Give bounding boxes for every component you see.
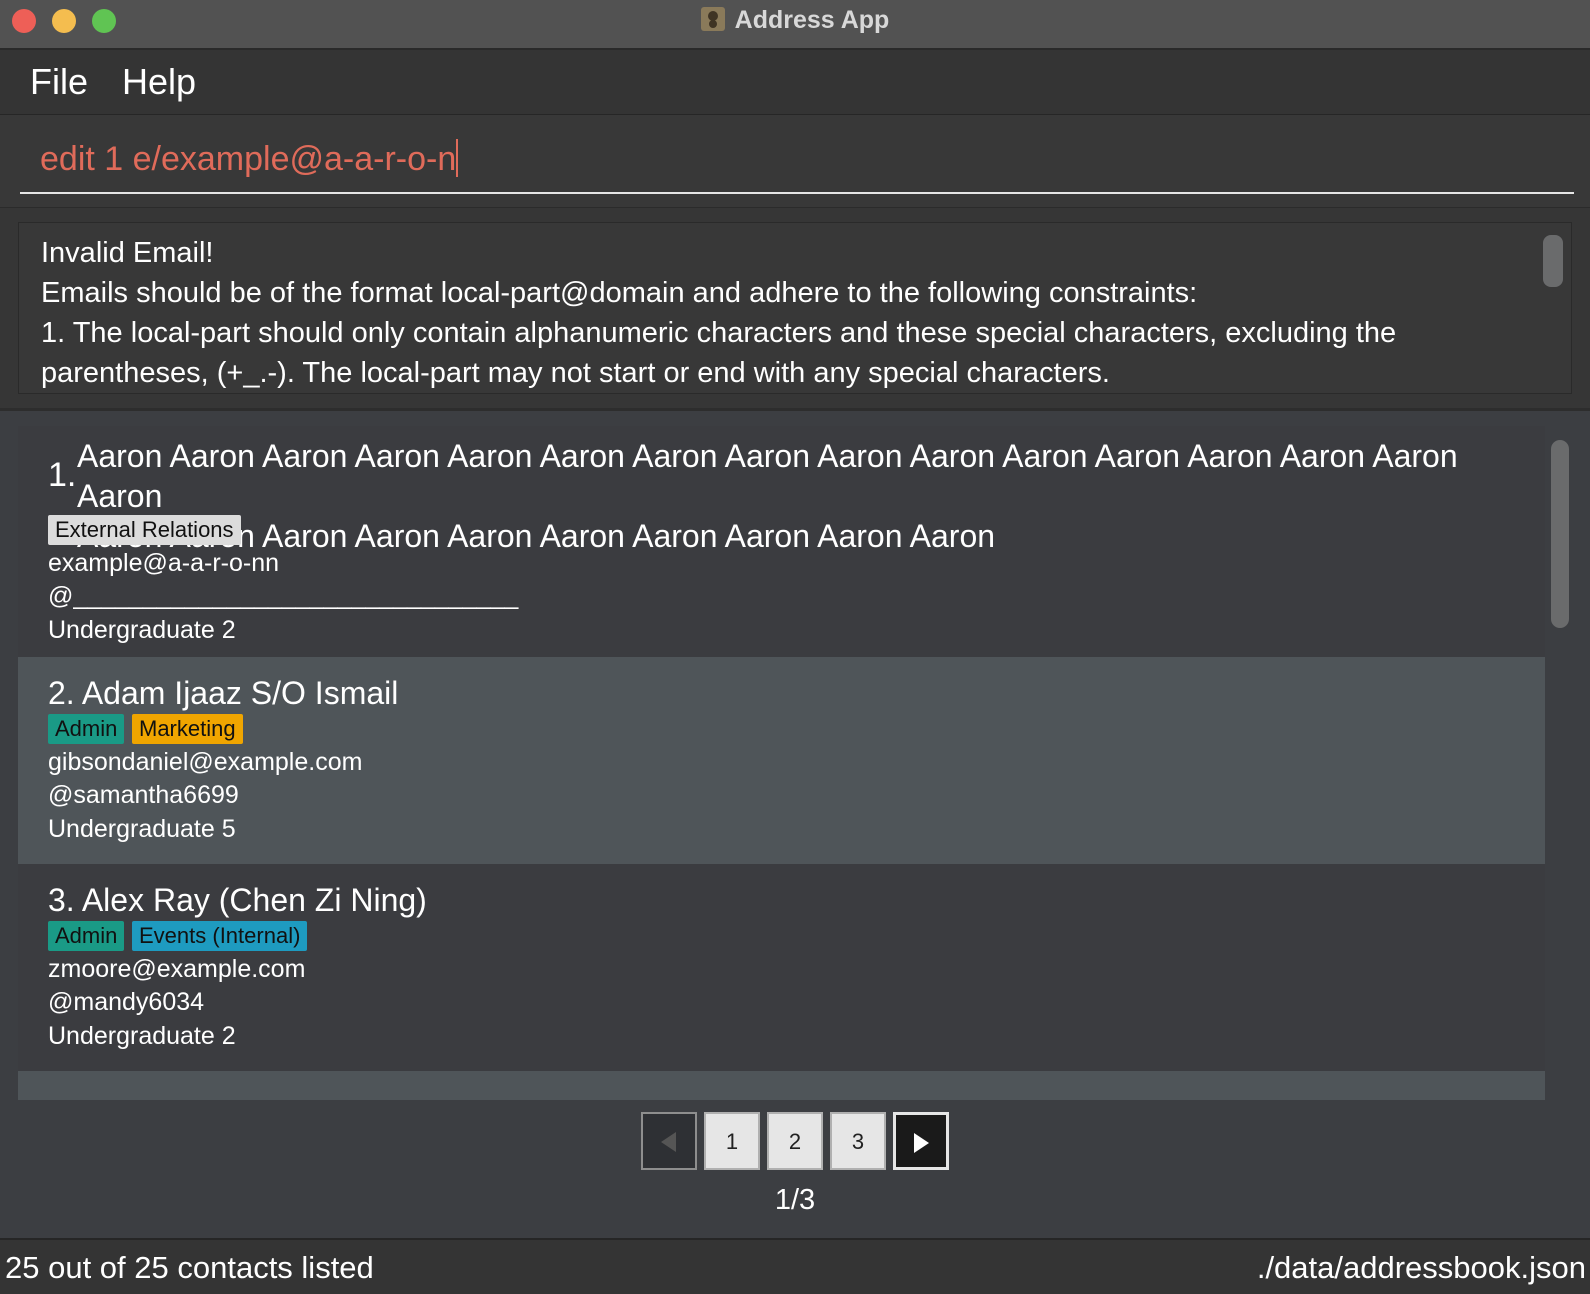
menu-file[interactable]: File [30,61,88,103]
contact-telegram: @________________________________ [48,582,519,610]
contact-name-line: Aaron Aaron Aaron Aaron Aaron Aaron Aaro… [77,438,1458,514]
triangle-left-icon [661,1132,676,1152]
page-button-2[interactable]: 2 [767,1112,823,1170]
contact-email: gibsondaniel@example.com [48,748,363,776]
contact-email: example@a-a-r-o-nn [48,549,280,577]
contact-index: 2. [48,675,75,711]
status-bar: 25 out of 25 contacts listed ./data/addr… [0,1238,1590,1294]
contact-count: 25 out of 25 contacts listed [5,1250,374,1285]
list-scrollbar[interactable] [1551,440,1569,628]
tag-marketing: Marketing [132,714,243,744]
contact-name-row: 2. Adam Ijaaz S/O Ismail [48,673,398,713]
contact-card[interactable] [18,1071,1545,1100]
contact-index: 1. [48,456,77,494]
result-display[interactable]: Invalid Email! Emails should be of the f… [18,222,1572,394]
contact-name-line: Aaron Aaron Aaron Aaron Aaron Aaron Aaro… [77,518,996,554]
contact-name: Adam Ijaaz S/O Ismail [81,675,399,711]
contact-email: zmoore@example.com [48,955,306,983]
contact-telegram: @samantha6699 [48,781,239,809]
result-text: Invalid Email! Emails should be of the f… [41,233,1511,393]
contact-year: Undergraduate 2 [48,1022,236,1050]
window-title-wrap: Address App [0,6,1590,35]
contact-list: 1. Aaron Aaron Aaron Aaron Aaron Aaron A… [18,426,1545,1100]
next-page-button[interactable] [893,1112,949,1170]
contact-card[interactable]: 2. Adam Ijaaz S/O Ismail Admin Marketing… [18,657,1545,864]
triangle-right-icon [914,1133,929,1153]
page-indicator: 1/3 [774,1184,816,1216]
result-line: 1. The local-part should only contain al… [41,317,1397,349]
contacts-app-icon [700,7,725,31]
contact-card[interactable]: 1. Aaron Aaron Aaron Aaron Aaron Aaron A… [18,426,1545,657]
contact-name: Alex Ray (Chen Zi Ning) [81,882,427,918]
title-bar: Address App [0,0,1590,50]
data-file-path: ./data/addressbook.json [1256,1250,1586,1285]
tag-admin: Admin [48,921,125,951]
contact-year: Undergraduate 5 [48,815,236,843]
result-line: Invalid Email! [41,237,214,269]
result-scrollbar[interactable] [1543,235,1563,287]
contact-card[interactable]: 3. Alex Ray (Chen Zi Ning) Admin Events … [18,864,1545,1071]
contact-name: Aaron Aaron Aaron Aaron Aaron Aaron Aaro… [77,436,1545,556]
menu-bar: File Help [0,50,1590,115]
text-caret [456,139,459,177]
contact-year: Undergraduate 2 [48,616,236,644]
result-line: parentheses, (+_.-). The local-part may … [41,357,1110,389]
contact-telegram: @mandy6034 [48,988,205,1016]
page-button-3[interactable]: 3 [830,1112,886,1170]
tag-external-relations: External Relations [48,515,241,545]
tag-admin: Admin [48,714,125,744]
result-line: Emails should be of the format local-par… [41,277,1198,309]
page-button-1[interactable]: 1 [704,1112,760,1170]
result-display-area: Invalid Email! Emails should be of the f… [0,208,1590,411]
contact-name-row: 3. Alex Ray (Chen Zi Ning) [48,880,427,920]
menu-help[interactable]: Help [122,61,196,103]
contact-index: 3. [48,882,75,918]
command-input[interactable]: edit 1 e/example@a-a-r-o-n [40,139,459,179]
window-title: Address App [734,6,890,34]
command-underline [20,192,1574,194]
tag-events-internal: Events (Internal) [132,921,308,951]
command-box: edit 1 e/example@a-a-r-o-n [0,115,1590,210]
command-text: edit 1 e/example@a-a-r-o-n [40,140,457,178]
prev-page-button[interactable] [641,1112,697,1170]
